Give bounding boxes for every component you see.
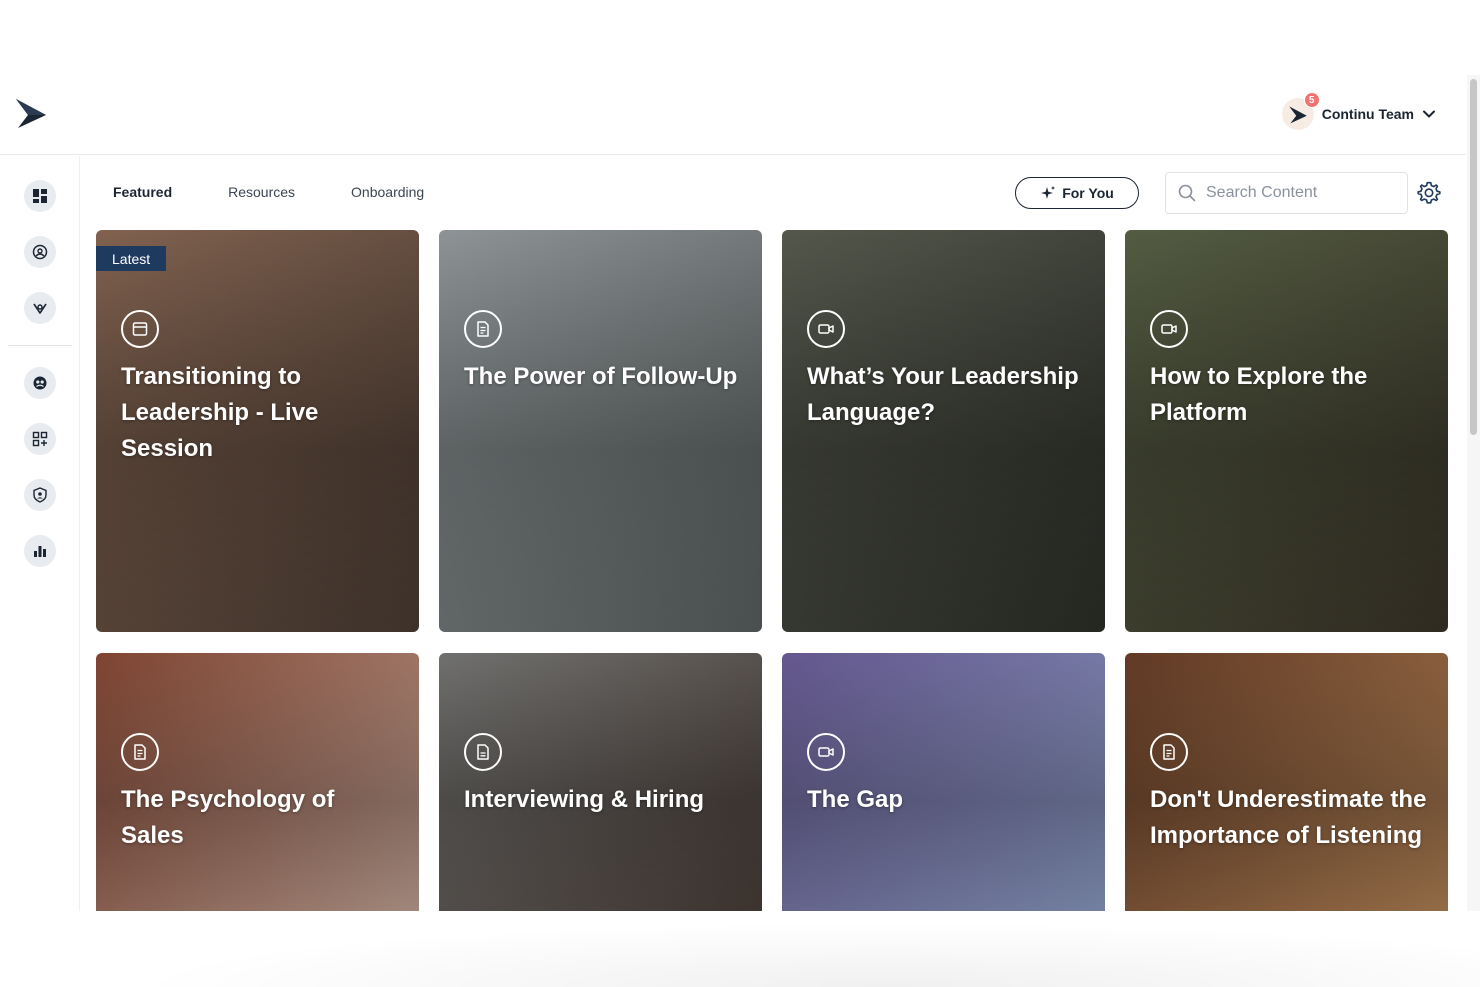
card-title: Don't Underestimate the Importance of Li… (1150, 786, 1427, 849)
avatar: 5 (1281, 92, 1320, 130)
sidebar-divider (8, 345, 72, 346)
sidebar-item-explore[interactable] (24, 236, 56, 268)
tab-featured[interactable]: Featured (113, 184, 172, 200)
document-icon (477, 321, 489, 337)
explore-icon (32, 244, 48, 260)
card-type-icon (121, 733, 159, 771)
content-card[interactable]: The Psychology of Sales (96, 653, 419, 911)
sidebar-item-dashboard[interactable] (24, 180, 56, 212)
card-type-icon (1150, 310, 1188, 348)
card-type-icon (464, 733, 502, 771)
scrollbar-thumb[interactable] (1470, 79, 1477, 435)
search-input[interactable] (1206, 184, 1396, 202)
latest-badge: Latest (96, 246, 167, 271)
card-title: The Gap (807, 786, 904, 813)
sidebar-item-add-content[interactable] (24, 423, 56, 455)
content-card[interactable]: Interviewing & Hiring (439, 653, 762, 911)
calendar-icon (132, 322, 148, 336)
top-bar: 5 Continu Team (0, 75, 1466, 155)
continu-logo-icon[interactable] (14, 95, 48, 129)
admin-shield-icon (33, 487, 47, 503)
dashboard-icon (33, 189, 47, 203)
card-type-icon (121, 310, 159, 348)
content-card[interactable]: Don't Underestimate the Importance of Li… (1125, 653, 1448, 911)
search-icon (1178, 184, 1196, 202)
card-title: How to Explore the Platform (1150, 363, 1368, 426)
people-icon (33, 376, 47, 390)
sidebar (0, 156, 80, 911)
notification-badge: 5 (1303, 92, 1320, 108)
account-menu[interactable]: 5 Continu Team (1281, 92, 1436, 132)
card-type-icon (807, 310, 845, 348)
document-icon (1163, 744, 1175, 760)
content-tabs: Featured Resources Onboarding (113, 184, 480, 200)
chevron-down-icon (1423, 110, 1435, 118)
card-title: What’s Your Leadership Language? (807, 363, 1079, 426)
app-window: 5 Continu Team Featured Resources Onboar… (0, 75, 1466, 911)
content-card[interactable]: The Power of Follow-Up (439, 230, 762, 632)
video-icon (1161, 324, 1177, 334)
card-title: Transitioning to Leadership - Live Sessi… (121, 363, 319, 462)
for-you-button[interactable]: For You (1015, 177, 1139, 209)
card-title: The Power of Follow-Up (464, 363, 738, 390)
card-type-icon (807, 733, 845, 771)
add-content-icon (32, 431, 48, 447)
account-name: Continu Team (1321, 106, 1414, 122)
content-card[interactable]: The Gap (782, 653, 1105, 911)
card-title: The Psychology of Sales (121, 786, 335, 849)
video-icon (818, 747, 834, 757)
content-card[interactable]: How to Explore the Platform (1125, 230, 1448, 632)
file-icon (477, 744, 489, 760)
sparkle-icon (1041, 186, 1056, 199)
sidebar-item-people[interactable] (24, 367, 56, 399)
sidebar-item-paths[interactable] (24, 292, 56, 324)
search-box[interactable] (1165, 172, 1408, 214)
analytics-icon (34, 546, 46, 557)
card-type-icon (464, 310, 502, 348)
video-icon (818, 324, 834, 334)
sidebar-item-admin[interactable] (24, 479, 56, 511)
paths-icon (33, 303, 47, 314)
card-type-icon (1150, 733, 1188, 771)
tab-resources[interactable]: Resources (228, 184, 295, 200)
content-card[interactable]: What’s Your Leadership Language? (782, 230, 1105, 632)
settings-gear-icon[interactable] (1416, 180, 1442, 206)
document-icon (134, 744, 146, 760)
for-you-label: For You (1062, 185, 1114, 201)
sidebar-item-analytics[interactable] (24, 535, 56, 567)
card-title: Interviewing & Hiring (464, 786, 705, 813)
page-scrollbar[interactable] (1467, 75, 1480, 911)
tab-onboarding[interactable]: Onboarding (351, 184, 424, 200)
content-card[interactable]: Latest Transitioning to Leadership - Liv… (96, 230, 419, 632)
continu-logo-icon (1288, 106, 1307, 124)
